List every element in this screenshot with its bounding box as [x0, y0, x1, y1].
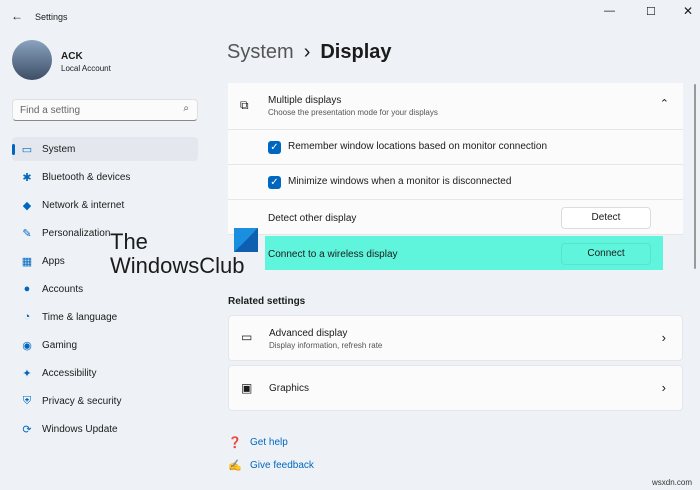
multiple-displays-header[interactable]: ⧉ Multiple displays Choose the presentati…: [228, 83, 683, 130]
search-input[interactable]: Find a setting ⌕: [12, 99, 198, 121]
breadcrumb-parent[interactable]: System: [227, 41, 294, 64]
sidebar-item-privacy-security[interactable]: ⛨ Privacy & security: [12, 389, 198, 413]
feedback-icon: ✍: [228, 460, 242, 472]
sidebar-icon: ✦: [22, 367, 32, 380]
sidebar-icon: ▦: [21, 255, 33, 268]
graphics-icon: ▣: [241, 381, 253, 395]
sidebar-item-network-internet[interactable]: ◆ Network & internet: [12, 193, 198, 217]
wireless-row: Connect to a wireless display Connect: [265, 236, 663, 270]
sidebar-item-label: Gaming: [42, 339, 78, 351]
sidebar-item-label: Privacy & security: [42, 395, 122, 407]
connect-button[interactable]: Connect: [561, 243, 651, 265]
sidebar-item-label: Windows Update: [42, 423, 118, 435]
sidebar-icon: ◔: [23, 311, 31, 323]
sidebar-item-windows-update[interactable]: ⟳ Windows Update: [12, 417, 198, 441]
detect-button[interactable]: Detect: [561, 207, 651, 229]
sidebar-item-label: Bluetooth & devices: [42, 171, 131, 183]
sidebar-icon: ●: [23, 283, 31, 295]
monitors-icon: ⧉: [240, 98, 249, 112]
sidebar-item-label: Personalization: [42, 227, 111, 239]
user-name: ACK: [61, 51, 83, 62]
sidebar-item-gaming[interactable]: ◉ Gaming: [12, 333, 198, 357]
sidebar-icon: ◉: [22, 339, 32, 352]
page-title: Display: [320, 41, 392, 63]
account-type: Local Account: [61, 64, 111, 73]
maximize-button[interactable]: ☐: [646, 5, 656, 18]
footer-watermark: wsxdn.com: [652, 478, 693, 487]
chevron-right-icon: ›: [661, 330, 666, 345]
give-feedback-link[interactable]: Give feedback: [250, 460, 314, 471]
window-title: Settings: [35, 12, 68, 22]
help-icon: ❓: [228, 437, 242, 449]
sidebar-icon: ✎: [22, 227, 32, 240]
sidebar-item-label: Time & language: [42, 311, 118, 323]
sidebar-item-accounts[interactable]: ● Accounts: [12, 277, 198, 301]
sidebar-item-label: Accessibility: [42, 367, 97, 379]
watermark: The WindowsClub: [110, 229, 245, 278]
scrollbar[interactable]: [694, 84, 696, 269]
sidebar-item-bluetooth-devices[interactable]: ✱ Bluetooth & devices: [12, 165, 198, 189]
sidebar-item-label: Network & internet: [42, 199, 125, 211]
sidebar-item-label: Apps: [42, 255, 65, 267]
sidebar-icon: ▭: [21, 143, 33, 156]
sidebar-item-accessibility[interactable]: ✦ Accessibility: [12, 361, 198, 385]
minimize-checkbox[interactable]: ✓: [268, 176, 281, 189]
chevron-up-icon[interactable]: ⌃: [660, 97, 669, 110]
breadcrumb: System › Display: [227, 41, 392, 64]
close-button[interactable]: ✕: [683, 4, 693, 18]
sidebar-icon: ⛨: [22, 394, 32, 407]
detect-row: Detect other display Detect: [228, 200, 683, 235]
advanced-display-link[interactable]: ▭ Advanced display Display information, r…: [228, 315, 683, 361]
get-help-link[interactable]: Get help: [250, 437, 288, 448]
sidebar-icon: ◆: [22, 199, 32, 212]
remember-checkbox[interactable]: ✓: [268, 141, 281, 154]
minimize-button[interactable]: —: [604, 5, 615, 17]
related-heading: Related settings: [228, 296, 306, 307]
back-icon[interactable]: ←: [11, 9, 23, 23]
sidebar-item-label: System: [42, 143, 76, 155]
remember-row: ✓ Remember window locations based on mon…: [228, 130, 683, 165]
search-icon: ⌕: [183, 103, 189, 114]
sidebar-item-system[interactable]: ▭ System: [12, 137, 198, 161]
chevron-right-icon: ›: [661, 380, 666, 395]
graphics-link[interactable]: ▣ Graphics ›: [228, 365, 683, 411]
minimize-row: ✓ Minimize windows when a monitor is dis…: [228, 165, 683, 200]
sidebar-icon: ⟳: [22, 423, 32, 436]
avatar: [12, 40, 52, 80]
sidebar-item-label: Accounts: [42, 283, 84, 295]
sidebar-icon: ✱: [22, 171, 32, 184]
sidebar-item-time-language[interactable]: ◔ Time & language: [12, 305, 198, 329]
title-bar: ← Settings — ☐ ✕: [0, 0, 700, 32]
laptop-icon: ▭: [241, 330, 253, 344]
